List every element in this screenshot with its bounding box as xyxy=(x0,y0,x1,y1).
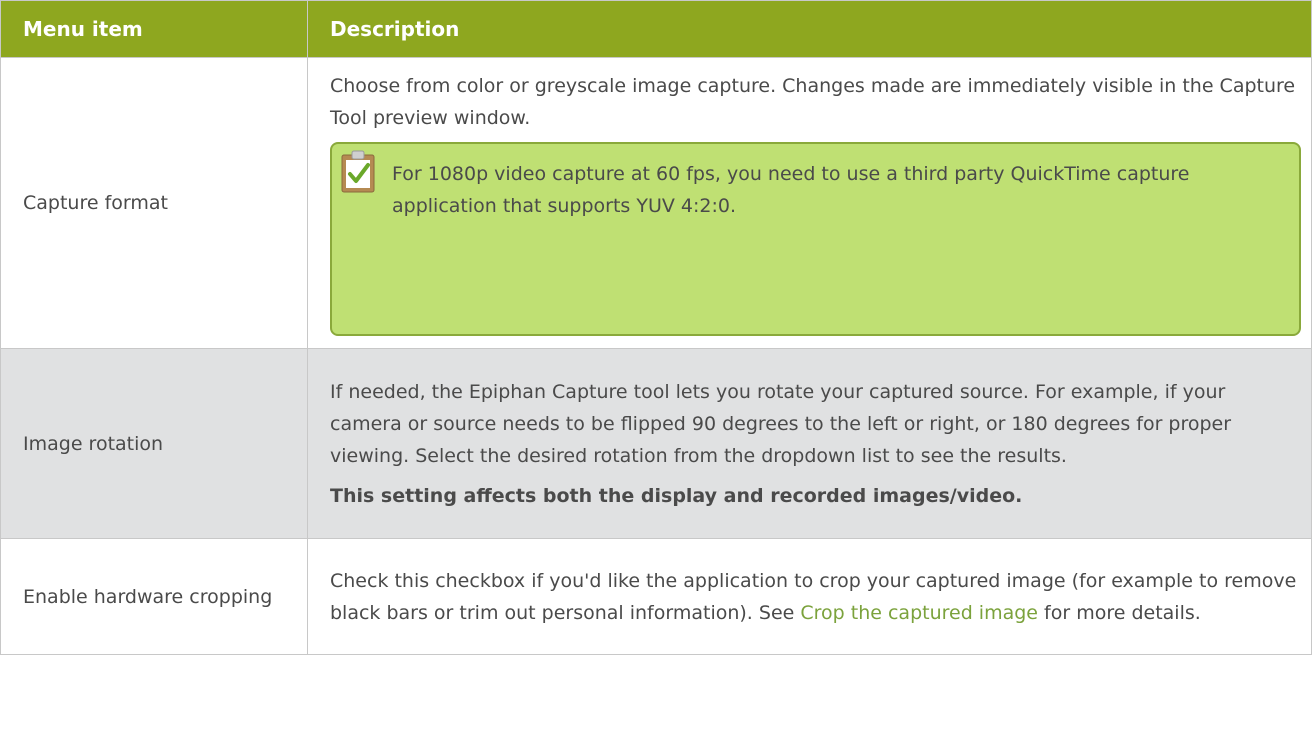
note-text: For 1080p video capture at 60 fps, you n… xyxy=(392,163,1190,217)
menu-item-label: Enable hardware cropping xyxy=(0,538,308,655)
description-cell: If needed, the Epiphan Capture tool lets… xyxy=(307,348,1312,539)
header-menu-item: Menu item xyxy=(0,0,308,58)
table-row: Enable hardware cropping Check this chec… xyxy=(0,538,1312,655)
table-header-row: Menu item Description xyxy=(0,0,1312,58)
emphasis-text: This setting affects both the display an… xyxy=(330,484,1023,507)
description-text: Choose from color or greyscale image cap… xyxy=(330,75,1296,129)
description-cell: Choose from color or greyscale image cap… xyxy=(307,57,1312,349)
crop-captured-image-link[interactable]: Crop the captured image xyxy=(800,602,1038,624)
menu-item-label: Image rotation xyxy=(0,348,308,539)
header-description: Description xyxy=(307,0,1312,58)
description-text-end: for more details. xyxy=(1038,601,1201,624)
table-row: Capture format Choose from color or grey… xyxy=(0,57,1312,349)
note-box: For 1080p video capture at 60 fps, you n… xyxy=(330,142,1301,336)
table-row: Image rotation If needed, the Epiphan Ca… xyxy=(0,348,1312,539)
description-cell: Check this checkbox if you'd like the ap… xyxy=(307,538,1312,655)
description-text: If needed, the Epiphan Capture tool lets… xyxy=(330,380,1232,467)
menu-items-table: Menu item Description Capture format Cho… xyxy=(0,0,1312,655)
clipboard-check-icon xyxy=(341,150,375,193)
description-text: Check this checkbox if you'd like the ap… xyxy=(330,565,1301,629)
menu-item-label: Capture format xyxy=(0,57,308,349)
